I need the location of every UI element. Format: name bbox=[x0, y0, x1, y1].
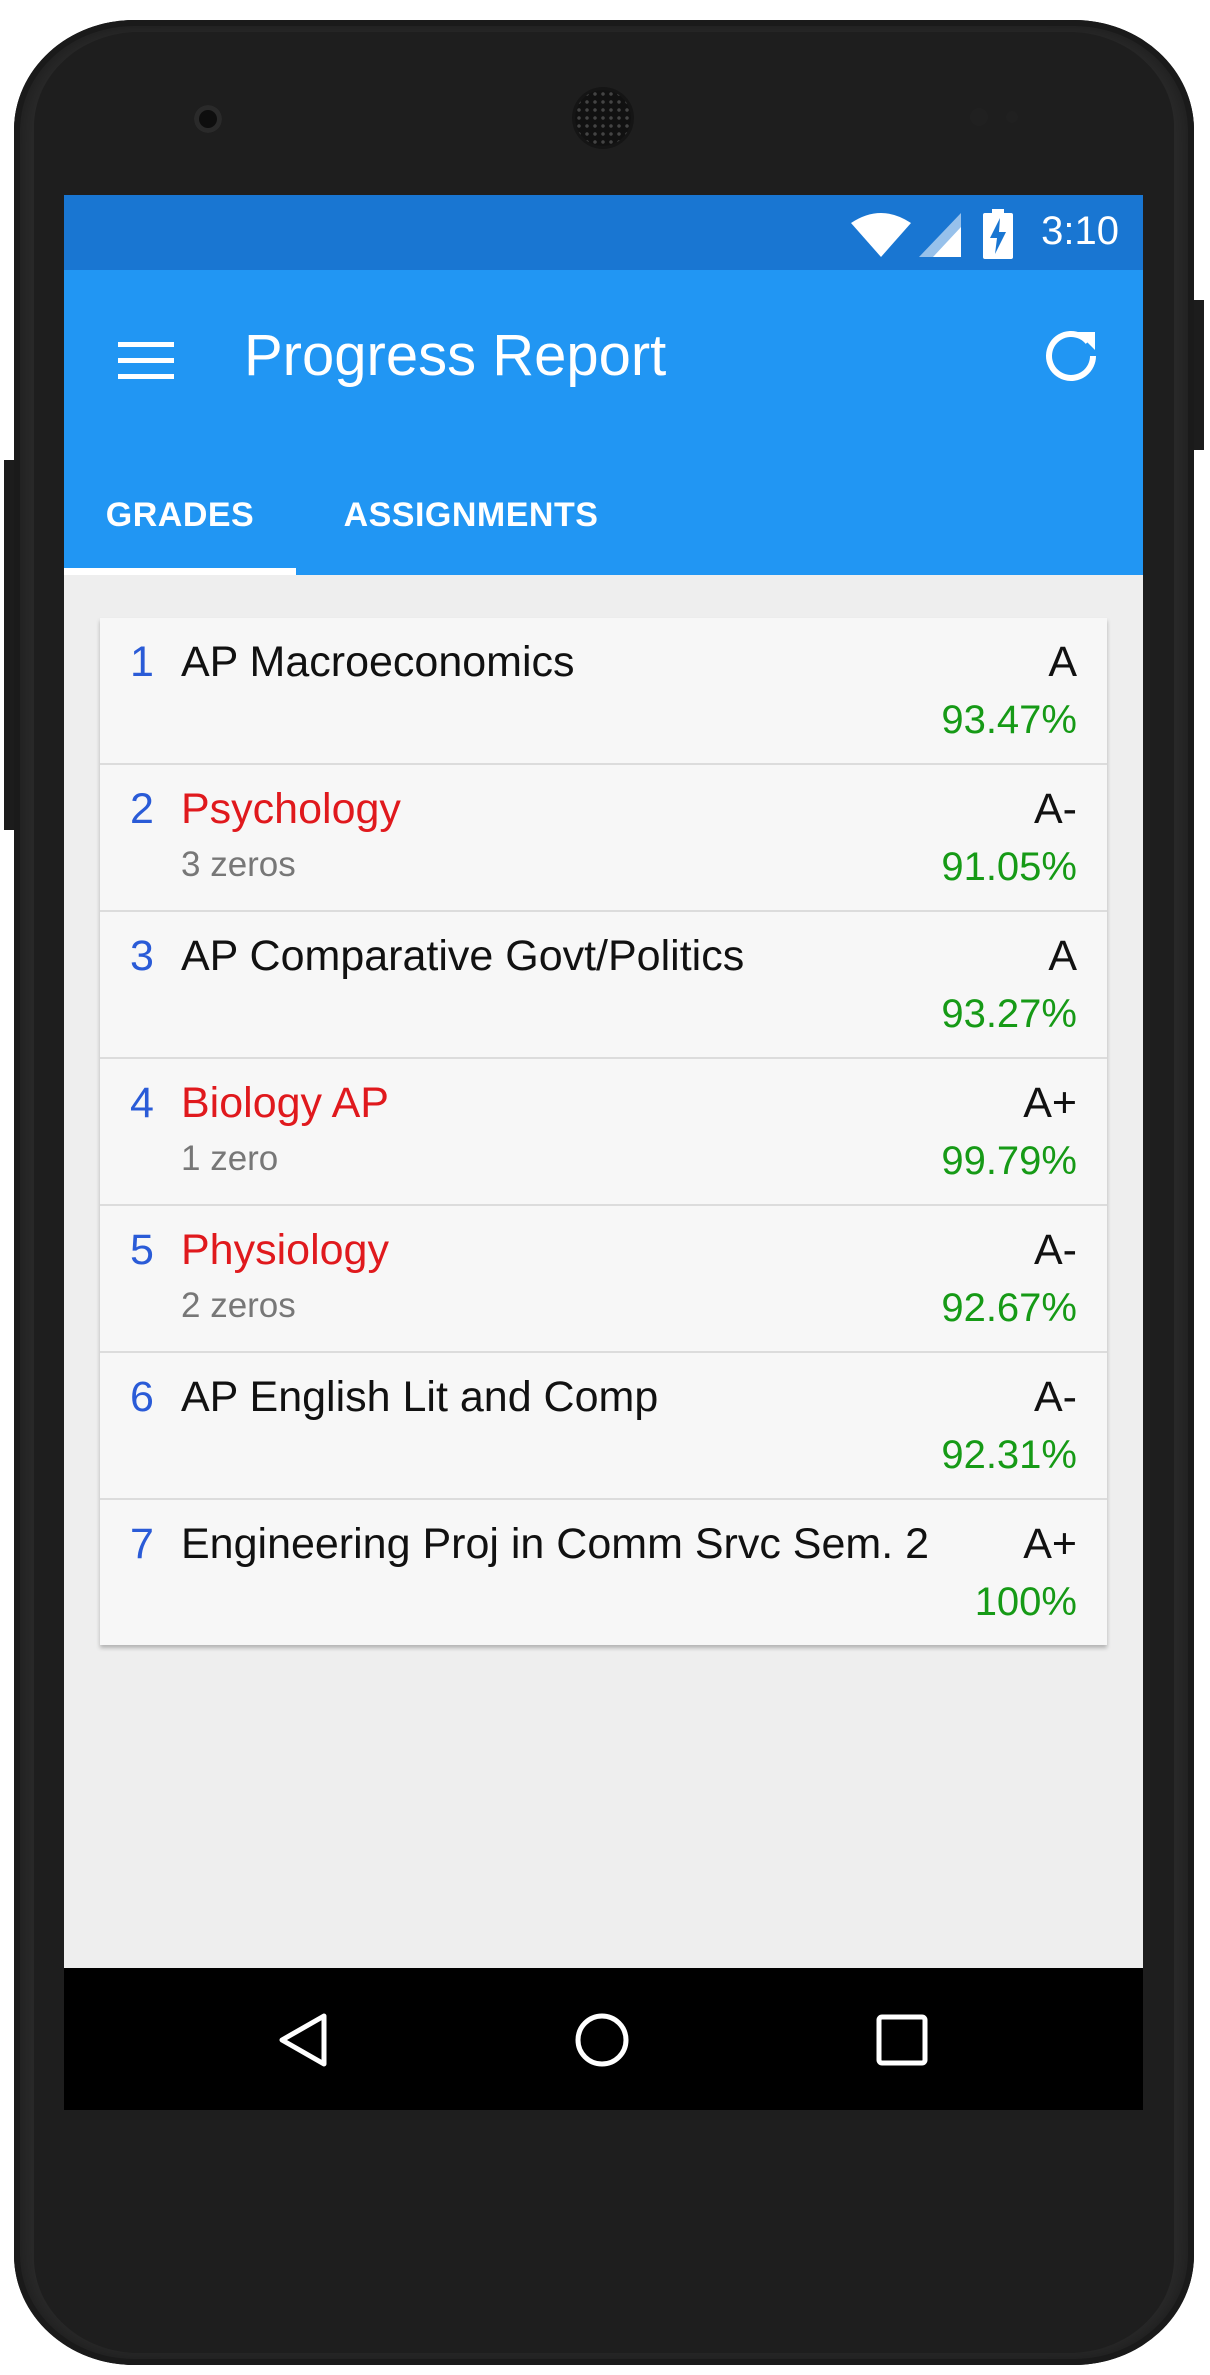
list-item[interactable]: 5 Physiology 2 zeros A- 92.67% bbox=[100, 1206, 1107, 1353]
grade-percent: 93.47% bbox=[941, 698, 1077, 742]
letter-grade: A+ bbox=[1023, 1520, 1077, 1568]
grade-percent: 99.79% bbox=[941, 1139, 1077, 1183]
page-title: Progress Report bbox=[244, 323, 667, 388]
letter-grade: A- bbox=[1034, 1226, 1077, 1274]
light-sensor bbox=[1006, 111, 1018, 123]
recents-icon[interactable] bbox=[874, 2012, 930, 2068]
tab-assignments[interactable]: ASSIGNMENTS bbox=[296, 455, 646, 575]
letter-grade: A- bbox=[1034, 785, 1077, 833]
course-name: Biology AP bbox=[181, 1079, 389, 1127]
letter-grade: A- bbox=[1034, 1373, 1077, 1421]
proximity-sensor bbox=[970, 108, 988, 126]
back-icon[interactable] bbox=[274, 2010, 334, 2070]
zeros-count: 2 zeros bbox=[181, 1286, 296, 1325]
tab-bar: GRADES ASSIGNMENTS bbox=[64, 455, 1143, 575]
grade-percent: 100% bbox=[974, 1580, 1077, 1624]
zeros-count: 3 zeros bbox=[181, 845, 296, 884]
list-item[interactable]: 4 Biology AP 1 zero A+ 99.79% bbox=[100, 1059, 1107, 1206]
letter-grade: A bbox=[1048, 638, 1077, 686]
course-name: Physiology bbox=[181, 1226, 389, 1274]
grade-percent: 92.67% bbox=[941, 1286, 1077, 1330]
letter-grade: A+ bbox=[1023, 1079, 1077, 1127]
course-number: 6 bbox=[130, 1373, 154, 1421]
grade-percent: 91.05% bbox=[941, 845, 1077, 889]
screen: 3:10 Progress Report GRADES ASSIGNMENTS … bbox=[64, 195, 1143, 2110]
course-number: 3 bbox=[130, 932, 154, 980]
course-name: Psychology bbox=[181, 785, 401, 833]
list-item[interactable]: 1 AP Macroeconomics A 93.47% bbox=[100, 618, 1107, 765]
list-item[interactable]: 7 Engineering Proj in Comm Srvc Sem. 2 A… bbox=[100, 1500, 1107, 1645]
menu-icon[interactable] bbox=[116, 330, 176, 390]
power-button bbox=[1194, 300, 1204, 450]
status-time: 3:10 bbox=[1041, 209, 1119, 253]
course-name: AP Macroeconomics bbox=[181, 638, 575, 686]
app-bar: Progress Report GRADES ASSIGNMENTS bbox=[64, 270, 1143, 575]
course-name: Engineering Proj in Comm Srvc Sem. 2 bbox=[181, 1520, 930, 1568]
course-name: AP English Lit and Comp bbox=[181, 1373, 659, 1421]
battery-charging-icon bbox=[983, 209, 1013, 259]
front-camera bbox=[194, 105, 222, 133]
home-icon[interactable] bbox=[572, 2010, 632, 2070]
tab-grades[interactable]: GRADES bbox=[64, 455, 296, 575]
course-number: 2 bbox=[130, 785, 154, 833]
course-number: 7 bbox=[130, 1520, 154, 1568]
earpiece-speaker bbox=[575, 90, 631, 146]
course-number: 4 bbox=[130, 1079, 154, 1127]
course-number: 1 bbox=[130, 638, 154, 686]
list-item[interactable]: 6 AP English Lit and Comp A- 92.31% bbox=[100, 1353, 1107, 1500]
wifi-icon bbox=[851, 213, 911, 257]
letter-grade: A bbox=[1048, 932, 1077, 980]
status-bar: 3:10 bbox=[64, 195, 1143, 270]
refresh-icon[interactable] bbox=[1041, 324, 1101, 384]
grades-list: 1 AP Macroeconomics A 93.47% 2 Psycholog… bbox=[100, 618, 1107, 1645]
course-name: AP Comparative Govt/Politics bbox=[181, 932, 745, 980]
signal-icon bbox=[919, 213, 961, 257]
zeros-count: 1 zero bbox=[181, 1139, 279, 1178]
volume-button bbox=[4, 460, 14, 830]
selected-tab-indicator bbox=[64, 568, 296, 575]
grade-percent: 93.27% bbox=[941, 992, 1077, 1036]
list-item[interactable]: 2 Psychology 3 zeros A- 91.05% bbox=[100, 765, 1107, 912]
course-number: 5 bbox=[130, 1226, 154, 1274]
navigation-bar bbox=[64, 1968, 1143, 2110]
list-item[interactable]: 3 AP Comparative Govt/Politics A 93.27% bbox=[100, 912, 1107, 1059]
grade-percent: 92.31% bbox=[941, 1433, 1077, 1477]
